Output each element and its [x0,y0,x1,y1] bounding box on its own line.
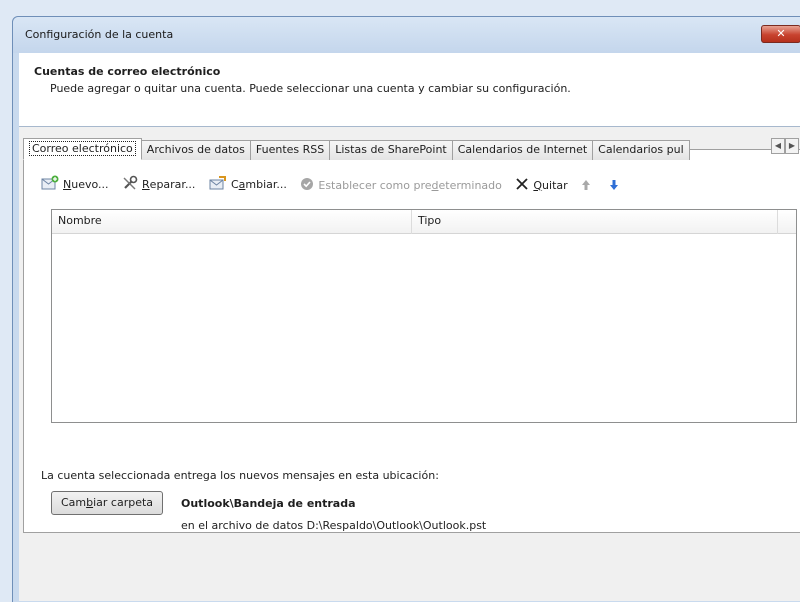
delivery-data-file: en el archivo de datos D:\Respaldo\Outlo… [181,519,487,532]
header-description: Puede agregar o quitar una cuenta. Puede… [50,82,571,95]
tab-scroll-controls: ◀ ▶ [771,138,800,156]
window-close-button[interactable]: ✕ [761,25,800,43]
title-bar[interactable]: Configuración de la cuenta ✕ [13,17,800,53]
remove-label-accel: Q [533,178,543,192]
change-label-accel: a [238,177,246,191]
change-folder-label-post: iar carpeta [93,496,154,509]
tab-label: Calendarios de Internet [457,143,588,156]
window-title: Configuración de la cuenta [25,28,174,41]
column-header-type[interactable]: Tipo [412,210,778,234]
tab-label: Listas de SharePoint [335,143,447,156]
delivery-location-label: La cuenta seleccionada entrega los nuevo… [41,469,439,482]
change-folder-button[interactable]: Cambiar carpeta [51,491,163,515]
set-default-button[interactable]: Establecer como pre d eterminado [300,174,502,196]
account-settings-window: Configuración de la cuenta ✕ Cuentas de … [12,16,800,602]
accounts-list-header: Nombre Tipo [52,210,796,234]
remove-x-icon [515,177,529,194]
repair-icon [122,175,138,194]
tab-internet-calendars[interactable]: Calendarios de Internet [451,140,594,160]
repair-label-post: eparar... [149,177,196,191]
tab-data-files[interactable]: Archivos de datos [140,140,251,160]
dialog-client-area: Cuentas de correo electrónico Puede agre… [19,53,800,601]
new-label-accel: N [63,177,72,191]
tab-label: Correo electrónico [29,141,136,156]
column-header-name[interactable]: Nombre [52,210,412,234]
change-button[interactable]: Ca mbiar... [209,173,287,195]
tab-label: Archivos de datos [146,143,245,156]
tab-rss-feeds[interactable]: Fuentes RSS [249,140,331,160]
default-label-accel: d [431,178,439,192]
new-account-icon [41,175,59,194]
move-up-icon [581,179,591,194]
tab-published-calendars[interactable]: Calendarios pul [592,140,690,160]
change-label-post: mbiar... [245,177,287,191]
delivery-folder-name: Outlook\Bandeja de entrada [181,497,356,510]
tab-email[interactable]: Correo electrónico [23,138,142,160]
default-check-icon [300,177,314,194]
tab-scroll-right-icon[interactable]: ▶ [785,138,799,154]
remove-button[interactable]: Quitar [515,174,568,196]
close-icon: ✕ [776,27,786,40]
move-down-icon [609,179,619,194]
default-label-pre: Establecer como pre [318,178,432,192]
repair-button[interactable]: Reparar... [122,173,195,195]
default-label-post: eterminado [438,178,502,192]
new-account-button[interactable]: Nuevo... [41,173,109,195]
account-toolbar: Nuevo... Reparar... Ca mbiar... Establece… [41,173,633,195]
new-label-post: uevo... [71,177,109,191]
tab-scroll-left-icon[interactable]: ◀ [771,138,785,154]
tab-label: Fuentes RSS [255,143,325,156]
tab-label: Calendarios pul [598,143,684,156]
dialog-header: Cuentas de correo electrónico Puede agre… [19,53,800,127]
change-folder-label-pre: Cam [60,496,87,509]
tab-strip: Correo electrónico Archivos de datos Fuent… [23,138,800,160]
move-down-button[interactable] [609,175,623,197]
change-label-pre: C [230,177,239,191]
accounts-list[interactable]: Nombre Tipo [51,209,797,423]
header-title: Cuentas de correo electrónico [34,65,221,78]
remove-label-post: uitar [542,178,568,192]
repair-label-accel: R [142,177,150,191]
change-icon [209,175,227,194]
move-up-button[interactable] [581,175,595,197]
tab-sharepoint-lists[interactable]: Listas de SharePoint [329,140,453,160]
